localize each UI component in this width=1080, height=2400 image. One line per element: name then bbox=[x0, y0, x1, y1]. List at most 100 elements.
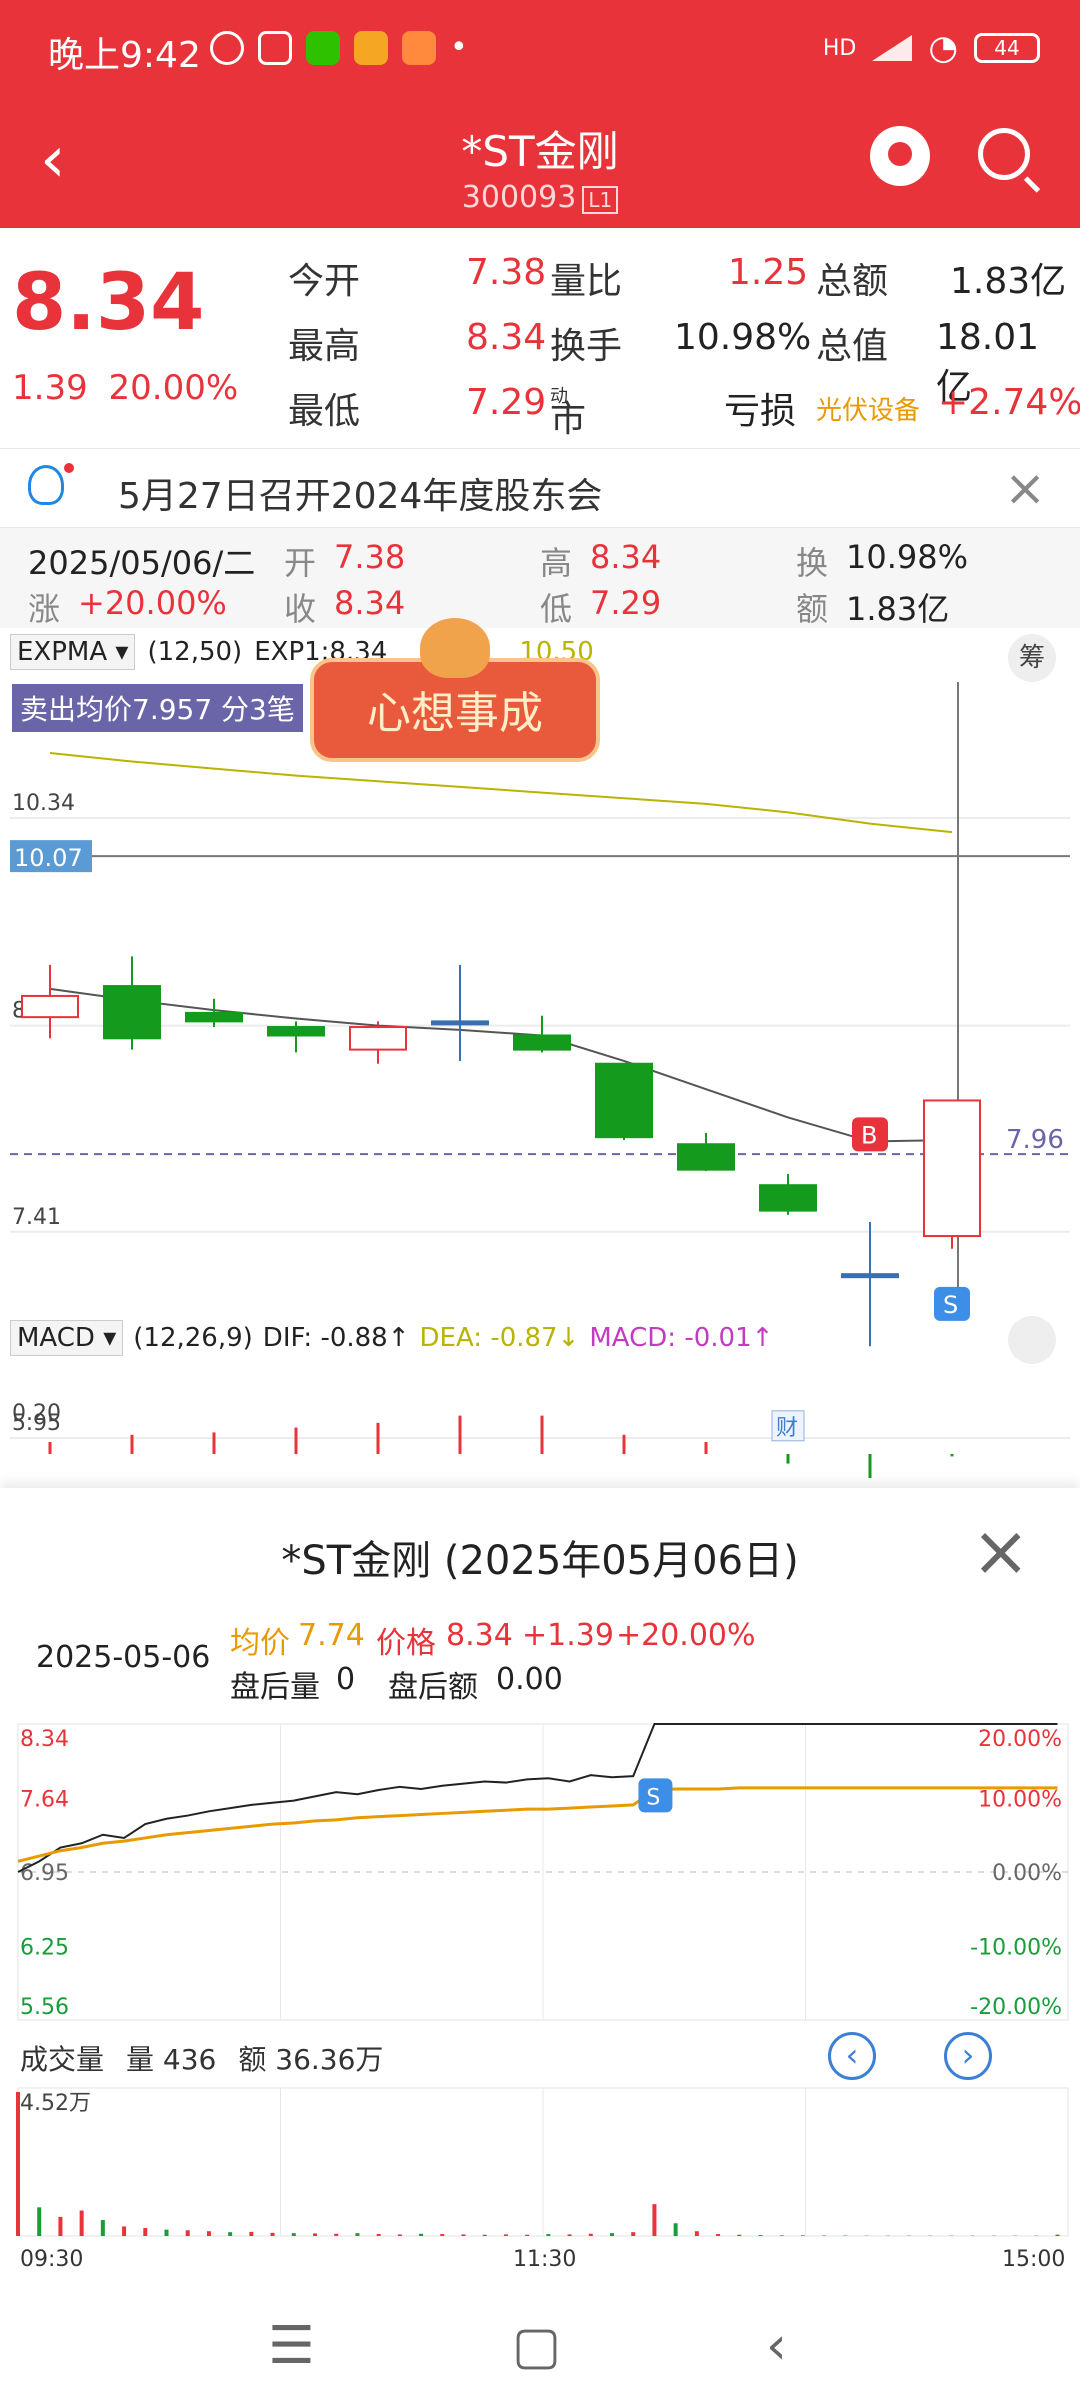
intraday-plot[interactable]: 8.34 20.00% 7.64 10.00% 6.95 0.00% 6.25 -10.00%… bbox=[0, 1488, 1080, 2298]
stock-code-row: 300093 L1 bbox=[0, 180, 1080, 215]
status-app-icons: • bbox=[210, 30, 468, 65]
candle-body bbox=[677, 1143, 735, 1171]
red-dot bbox=[64, 463, 74, 473]
wifi-icon: ◔ bbox=[928, 28, 958, 68]
candle-body bbox=[841, 1273, 899, 1279]
price-change: 1.39 20.00% bbox=[12, 368, 238, 408]
info-label: 低 bbox=[540, 590, 573, 628]
left-axis-label: 5.56 bbox=[20, 1995, 69, 2020]
info-label: 收 bbox=[284, 590, 317, 628]
info-label: 额 bbox=[796, 590, 829, 628]
amount-value: 额 36.36万 bbox=[238, 2043, 384, 2076]
expand-icon[interactable] bbox=[1008, 1316, 1056, 1364]
info-label: 换 bbox=[796, 544, 829, 582]
buy-marker-label: B bbox=[861, 1121, 877, 1149]
close-icon[interactable]: × bbox=[1004, 459, 1046, 517]
info-low: 7.29 bbox=[590, 584, 662, 622]
level-badge: L1 bbox=[582, 186, 619, 214]
macd-name: MACD bbox=[17, 1323, 95, 1353]
quote-row: 最高 8.34 换手 10.98% 总值 18.01亿 bbox=[288, 309, 1068, 408]
volume-bar bbox=[652, 2204, 657, 2236]
quote-value: 7.38 bbox=[466, 252, 547, 293]
volume-bar bbox=[461, 2234, 466, 2236]
quote-label: 今开 bbox=[288, 261, 361, 302]
next-icon[interactable]: › bbox=[944, 2032, 992, 2080]
status-bar: 晚上9:42 • HD ◔ 44 bbox=[0, 0, 1080, 100]
volume-bar bbox=[79, 2210, 84, 2236]
quote-row: 最低 7.29 市盈动 亏损 光伏设备 +2.74% bbox=[288, 374, 1080, 492]
volume-bar bbox=[546, 2234, 551, 2236]
info-change: +20.00% bbox=[78, 584, 227, 622]
candle-body bbox=[923, 1099, 981, 1238]
volume-bar bbox=[631, 2232, 636, 2236]
wechat-icon bbox=[306, 30, 340, 65]
avg-price-line bbox=[17, 1786, 1058, 1863]
right-axis-label: -10.00% bbox=[970, 1936, 1062, 1961]
quote-value: 亏损 bbox=[724, 391, 797, 432]
candle-body bbox=[21, 994, 79, 1019]
network-type: HD bbox=[822, 35, 857, 61]
time-axis-label: 09:30 bbox=[20, 2247, 83, 2272]
price-level-label: 10.34 bbox=[12, 791, 75, 816]
volume-bar bbox=[758, 2235, 763, 2236]
macd-level-label: 0.20 bbox=[12, 1401, 61, 1426]
volume-bar bbox=[567, 2234, 572, 2236]
info-close: 8.34 bbox=[334, 584, 406, 622]
candlestick-plot[interactable]: 10.348.877.415.9510.077.96BS财0.20 bbox=[0, 628, 1080, 1488]
candle-body bbox=[349, 1026, 407, 1051]
quote-label: 最高 bbox=[288, 326, 361, 367]
assistant-icon[interactable] bbox=[870, 126, 930, 186]
intraday-panel: *ST金刚 (2025年05月06日) × 2025-05-06 均价 7.74… bbox=[0, 1488, 1080, 2298]
info-open: 7.38 bbox=[334, 538, 406, 576]
macd-params: (12,26,9) bbox=[133, 1323, 253, 1353]
candle-body bbox=[103, 985, 161, 1040]
volume-bar bbox=[206, 2231, 211, 2236]
quote-label: 总额 bbox=[816, 261, 889, 302]
volume-bar bbox=[482, 2234, 487, 2236]
volume-bar bbox=[716, 2234, 721, 2236]
home-icon[interactable]: ▢ bbox=[512, 2316, 561, 2376]
sector-name[interactable]: 光伏设备 bbox=[816, 390, 920, 427]
menu-icon[interactable]: ☰ bbox=[268, 2316, 315, 2376]
back-nav-icon[interactable]: ‹ bbox=[766, 2316, 787, 2376]
prev-icon[interactable]: ‹ bbox=[828, 2032, 876, 2080]
day-info: 2025/05/06/二 开 7.38 高 8.34 换 10.98% 涨 +2… bbox=[0, 528, 1080, 628]
system-nav-bar: ☰ ▢ ‹ bbox=[0, 2298, 1080, 2400]
left-axis-label: 6.95 bbox=[20, 1861, 69, 1886]
quote-value: 10.98% bbox=[674, 317, 812, 358]
volume-bar bbox=[37, 2207, 42, 2236]
volume-bar bbox=[185, 2230, 190, 2236]
left-axis-label: 7.64 bbox=[20, 1788, 69, 1813]
candle-body bbox=[431, 1020, 489, 1026]
marker-price: 7.96 bbox=[1006, 1125, 1064, 1155]
stock-header: ‹ *ST金刚 300093 L1 bbox=[0, 100, 1080, 228]
volume-bar bbox=[313, 2233, 317, 2236]
volume-header: 成交量 量 436 额 36.36万 bbox=[20, 2038, 383, 2078]
left-axis-label: 6.25 bbox=[20, 1936, 69, 1961]
crosshair-price: 10.07 bbox=[14, 844, 83, 872]
macd-value: MACD: -0.01↑ bbox=[589, 1323, 774, 1353]
candle-body bbox=[513, 1034, 571, 1051]
volume-bar bbox=[334, 2233, 339, 2236]
volume-bar bbox=[100, 2220, 105, 2236]
notice-bar[interactable]: 5月27日召开2024年度股东会 × bbox=[0, 448, 1080, 528]
volume-bar bbox=[164, 2229, 169, 2236]
candle-body bbox=[185, 1011, 243, 1023]
info-high: 8.34 bbox=[590, 538, 662, 576]
volume-bar bbox=[122, 2226, 127, 2236]
volume-bar bbox=[270, 2232, 275, 2236]
change-percent: 20.00% bbox=[108, 368, 239, 408]
macd-select[interactable]: MACD ▾ bbox=[10, 1320, 124, 1356]
top-header: 晚上9:42 • HD ◔ 44 ‹ *ST金刚 300093 L1 bbox=[0, 0, 1080, 228]
volume-bar bbox=[58, 2216, 63, 2236]
volume-bar bbox=[694, 2231, 699, 2236]
volume-bar bbox=[228, 2232, 233, 2236]
right-axis-label: -20.00% bbox=[970, 1995, 1062, 2020]
right-axis-label: 20.00% bbox=[978, 1727, 1062, 1752]
k-chart[interactable]: EXPMA ▾ (12,50) EXP1:8.34 10.50 筹 卖出均价7.… bbox=[0, 618, 1080, 1488]
expma1-line bbox=[49, 987, 953, 1143]
volume-bar bbox=[376, 2234, 381, 2236]
search-icon[interactable] bbox=[978, 128, 1030, 180]
more-dot: • bbox=[450, 30, 468, 65]
time-axis-label: 11:30 bbox=[513, 2247, 576, 2272]
